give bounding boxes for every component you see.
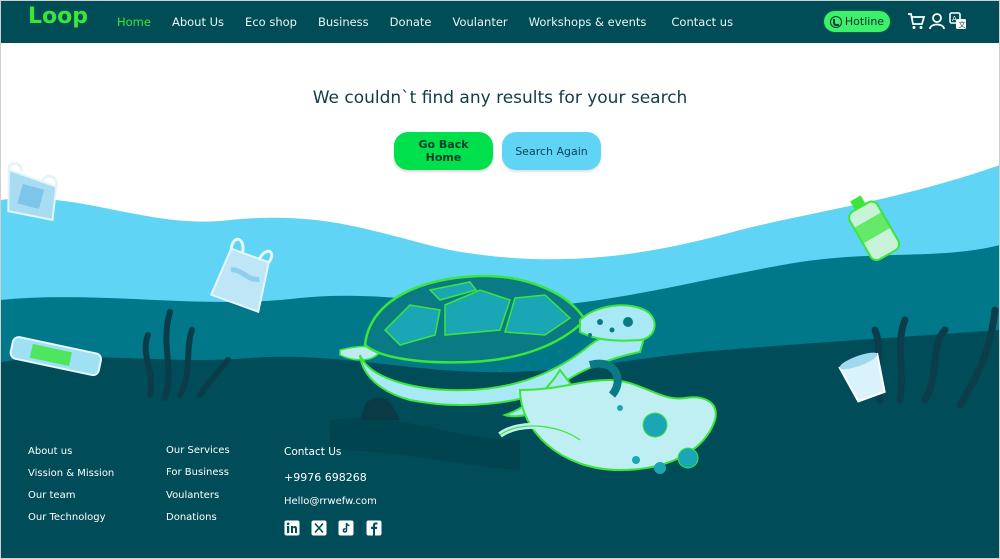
go-back-home-button[interactable]: Go Back Home — [394, 132, 493, 170]
contact-title: Contact Us — [284, 446, 342, 458]
contact-email[interactable]: Hello@rrwefw.com — [284, 496, 377, 507]
footer-link-about-us[interactable]: About us — [28, 446, 72, 457]
facebook-icon[interactable] — [366, 520, 382, 536]
linkedin-icon[interactable] — [284, 520, 300, 536]
turtle-eye-icon — [623, 317, 633, 327]
footer-link-vission-mission[interactable]: Vission & Mission — [28, 468, 114, 479]
tiktok-icon[interactable] — [338, 520, 354, 536]
footer-link-our-team[interactable]: Our team — [28, 490, 75, 501]
x-icon[interactable] — [311, 520, 327, 536]
footer-link-our-services[interactable]: Our Services — [166, 445, 230, 456]
footer-link-donations[interactable]: Donations — [166, 512, 217, 523]
footer-link-voulanters[interactable]: Voulanters — [166, 490, 219, 501]
search-again-button[interactable]: Search Again — [502, 132, 601, 170]
contact-phone[interactable]: +9976 698268 — [284, 471, 367, 484]
footer-link-our-technology[interactable]: Our Technology — [28, 512, 106, 523]
footer-link-for-business[interactable]: For Business — [166, 467, 229, 478]
ocean-illustration — [0, 161, 1000, 559]
no-results-message: We couldn`t find any results for your se… — [312, 88, 688, 108]
